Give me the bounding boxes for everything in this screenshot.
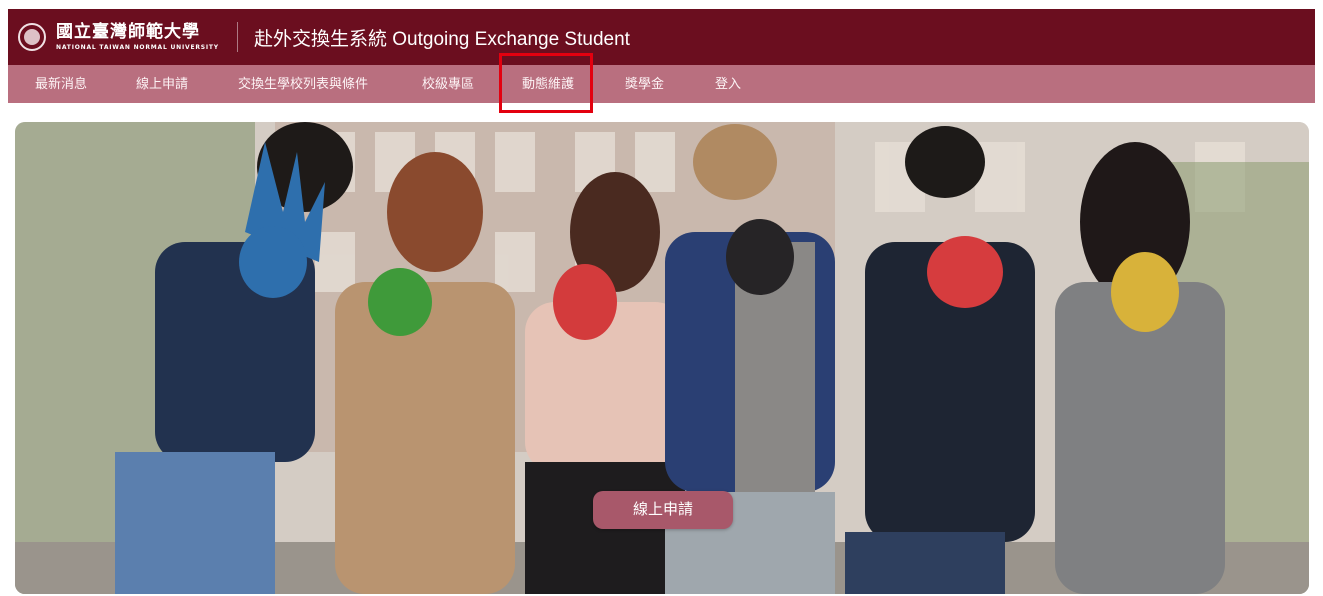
- highlight-annotation: [499, 53, 593, 113]
- logo-english-name: NATIONAL TAIWAN NORMAL UNIVERSITY: [56, 43, 219, 51]
- nav-item-news[interactable]: 最新消息: [35, 65, 87, 103]
- site-header: 國立臺灣師範大學 NATIONAL TAIWAN NORMAL UNIVERSI…: [8, 9, 1315, 65]
- nav-item-scholarship[interactable]: 獎學金: [625, 65, 664, 103]
- header-divider: [236, 22, 238, 52]
- logo-chinese-name: 國立臺灣師範大學: [56, 21, 200, 42]
- university-seal-icon: [18, 23, 46, 51]
- apply-online-button[interactable]: 線上申請: [593, 491, 733, 529]
- nav-item-college-zone[interactable]: 校級專區: [422, 65, 474, 103]
- main-nav: 最新消息 線上申請 交換生學校列表與條件 校級專區 動態維護 獎學金 登入: [8, 65, 1315, 103]
- hero-banner: 線上申請: [15, 122, 1309, 594]
- nav-item-apply-online[interactable]: 線上申請: [136, 65, 188, 103]
- system-title: 赴外交換生系統 Outgoing Exchange Student: [253, 28, 630, 50]
- nav-item-login[interactable]: 登入: [715, 65, 741, 103]
- nav-item-school-list[interactable]: 交換生學校列表與條件: [238, 65, 368, 103]
- university-logo[interactable]: 國立臺灣師範大學 NATIONAL TAIWAN NORMAL UNIVERSI…: [8, 9, 219, 65]
